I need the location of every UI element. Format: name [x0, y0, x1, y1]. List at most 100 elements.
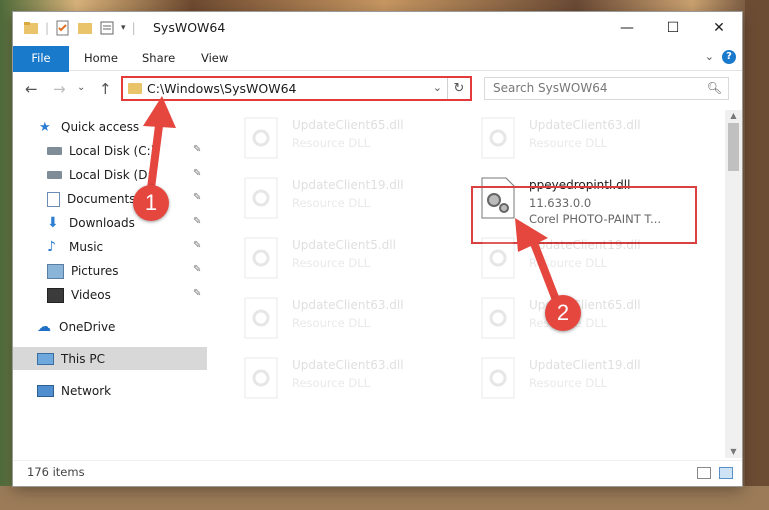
step-badge-1: 1	[133, 185, 169, 221]
sidebar-item-downloads[interactable]: ⬇ Downloads	[47, 212, 135, 234]
file-type: Resource DLL	[292, 136, 371, 150]
up-button[interactable]: ↑	[99, 80, 112, 98]
file-name: UpdateClient63.dll	[292, 358, 404, 372]
file-type: Resource DLL	[529, 136, 608, 150]
download-icon: ⬇	[47, 214, 59, 231]
file-name: UpdateClient5.dll	[292, 238, 396, 252]
drive-icon	[47, 147, 62, 155]
sidebar-item-network[interactable]: Network	[37, 380, 111, 402]
maximize-button[interactable]: ☐	[650, 12, 696, 44]
dll-file-icon	[481, 357, 515, 399]
vertical-scrollbar[interactable]: ▲ ▼	[725, 110, 742, 458]
file-item[interactable]: UpdateClient19.dll Resource DLL	[474, 352, 694, 402]
help-icon[interactable]: ?	[722, 50, 736, 64]
forward-button[interactable]: →	[53, 80, 66, 98]
qat-dropdown-icon[interactable]: ▾	[121, 23, 126, 33]
new-folder-icon[interactable]	[77, 20, 93, 36]
search-box[interactable]: Search SysWOW64 🔍︎	[484, 77, 729, 100]
file-item[interactable]: UpdateClient5.dll Resource DLL	[237, 232, 457, 282]
file-type: Resource DLL	[292, 196, 371, 210]
pin-icon[interactable]: ✎	[193, 264, 201, 275]
file-item[interactable]: UpdateClient63.dll Resource DLL	[474, 112, 694, 162]
ribbon-tabs: File Home Share View ⌄ ?	[13, 46, 742, 96]
large-icons-view-icon[interactable]	[719, 467, 733, 479]
file-type: Resource DLL	[292, 256, 371, 270]
navigation-bar: ← → ⌄ ↑ C:\Windows\SysWOW64 ⌄ ↻ Search S…	[13, 72, 742, 106]
tab-home[interactable]: Home	[72, 46, 130, 70]
address-bar[interactable]: C:\Windows\SysWOW64 ⌄ ↻	[121, 76, 472, 101]
navigation-pane: ★ Quick access Local Disk (C:) ✎ Local D…	[13, 112, 209, 457]
documents-icon	[47, 191, 60, 207]
explorer-window: | ▾ | SysWOW64 — ☐ ✕ File Home Share Vie…	[13, 12, 742, 486]
file-item[interactable]: UpdateClient19.dll Resource DLL	[237, 172, 457, 222]
search-placeholder: Search SysWOW64	[493, 81, 608, 95]
file-item[interactable]: UpdateClient65.dll Resource DLL	[474, 292, 694, 342]
sidebar-item-this-pc[interactable]: This PC	[37, 348, 105, 370]
file-type: Resource DLL	[529, 256, 608, 270]
folder-icon	[128, 83, 142, 94]
scroll-up-icon[interactable]: ▲	[725, 110, 742, 122]
status-bar: 176 items	[13, 460, 742, 485]
sidebar-item-pictures[interactable]: Pictures	[47, 260, 119, 282]
quick-access-toolbar: | ▾ |	[23, 20, 136, 36]
minimize-button[interactable]: —	[604, 12, 650, 44]
sidebar-item-label: Network	[61, 384, 112, 398]
sidebar-item-label: Pictures	[71, 264, 119, 278]
recent-locations-button[interactable]: ⌄	[77, 82, 85, 93]
file-item[interactable]: UpdateClient19.dll Resource DLL	[474, 232, 694, 282]
qat-separator: |	[45, 21, 50, 35]
sidebar-item-quick-access[interactable]: ★ Quick access	[39, 116, 139, 138]
dll-file-icon	[481, 117, 515, 159]
sidebar-item-local-disk-c[interactable]: Local Disk (C:)	[47, 140, 155, 162]
tab-share[interactable]: Share	[130, 46, 187, 70]
tab-view[interactable]: View	[189, 46, 240, 70]
sidebar-item-documents[interactable]: Documents	[47, 188, 135, 210]
sidebar-item-label: Local Disk (C:)	[69, 144, 156, 158]
address-dropdown-icon[interactable]: ⌄	[433, 81, 442, 94]
title-bar: | ▾ | SysWOW64 — ☐ ✕	[13, 12, 742, 44]
back-button[interactable]: ←	[25, 80, 38, 98]
pin-icon[interactable]: ✎	[193, 240, 201, 251]
pin-icon[interactable]: ✎	[193, 216, 201, 227]
sidebar-item-label: Downloads	[69, 216, 135, 230]
file-name: UpdateClient19.dll	[529, 238, 641, 252]
pin-icon[interactable]: ✎	[193, 168, 201, 179]
address-path[interactable]: C:\Windows\SysWOW64	[147, 81, 296, 96]
sidebar-item-music[interactable]: ♪ Music	[47, 236, 103, 258]
properties-icon[interactable]	[55, 20, 71, 36]
file-name: UpdateClient65.dll	[292, 118, 404, 132]
sidebar-item-videos[interactable]: Videos	[47, 284, 111, 306]
file-name: UpdateClient63.dll	[292, 298, 404, 312]
item-count: 176 items	[27, 465, 85, 479]
file-item[interactable]: UpdateClient65.dll Resource DLL	[237, 112, 457, 162]
pin-icon[interactable]: ✎	[193, 288, 201, 299]
dll-file-icon	[244, 357, 278, 399]
search-icon[interactable]: 🔍︎	[707, 81, 722, 95]
pin-icon[interactable]: ✎	[193, 144, 201, 155]
dll-file-icon	[244, 237, 278, 279]
drive-icon	[47, 171, 62, 179]
scrollbar-thumb[interactable]	[728, 123, 739, 171]
sidebar-item-onedrive[interactable]: ☁ OneDrive	[37, 316, 115, 338]
details-view-icon[interactable]	[697, 467, 711, 479]
dll-file-icon	[244, 177, 278, 219]
refresh-button[interactable]: ↻	[447, 78, 470, 99]
file-item[interactable]: UpdateClient63.dll Resource DLL	[237, 292, 457, 342]
computer-icon	[37, 353, 54, 365]
close-button[interactable]: ✕	[696, 12, 742, 44]
sidebar-item-label: This PC	[61, 352, 105, 366]
file-type: Resource DLL	[292, 316, 371, 330]
sidebar-item-label: Documents	[67, 192, 136, 206]
scroll-down-icon[interactable]: ▼	[725, 446, 742, 458]
chevron-down-icon[interactable]: ⌄	[705, 50, 714, 63]
sidebar-item-label: OneDrive	[59, 320, 116, 334]
pin-icon[interactable]: ✎	[193, 192, 201, 203]
pictures-icon	[47, 263, 64, 279]
sidebar-item-local-disk-d[interactable]: Local Disk (D:)	[47, 164, 156, 186]
folder-icon	[24, 22, 38, 34]
customize-icon[interactable]	[99, 20, 115, 36]
network-icon	[37, 385, 54, 397]
file-item[interactable]: UpdateClient63.dll Resource DLL	[237, 352, 457, 402]
dll-file-icon	[481, 297, 515, 339]
sidebar-item-label: Videos	[71, 288, 111, 302]
